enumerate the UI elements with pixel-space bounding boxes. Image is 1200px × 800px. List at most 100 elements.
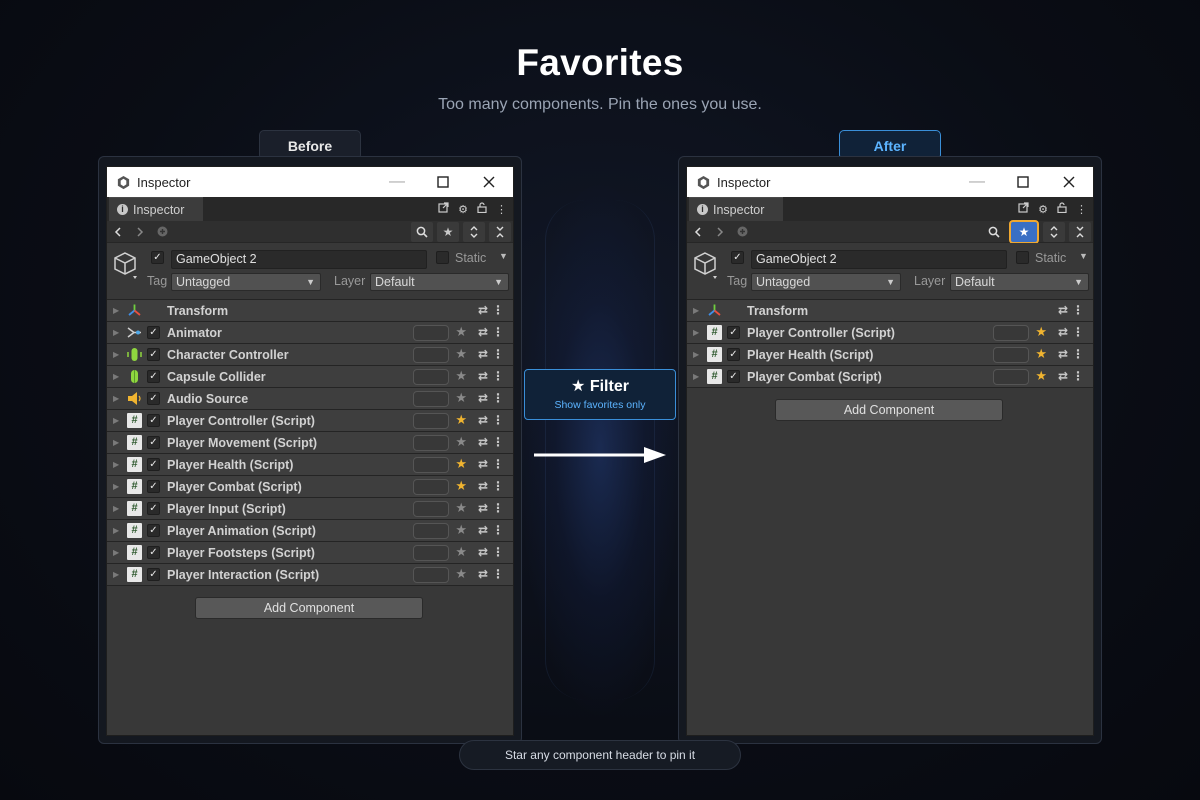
preset-icon[interactable]: ⇄ <box>478 369 488 383</box>
kebab-menu-icon[interactable]: ⋮ <box>1076 203 1087 216</box>
component-row[interactable]: ▶ # ✓ Player Health (Script) ★ ⇄ ⋮ <box>107 454 513 476</box>
kebab-menu-icon[interactable]: ⋮ <box>496 203 507 216</box>
kebab-menu-icon[interactable]: ⋮ <box>492 523 504 537</box>
foldout-arrow-icon[interactable]: ▶ <box>113 504 119 513</box>
favorite-star-icon[interactable]: ★ <box>1035 368 1047 384</box>
component-enabled-checkbox[interactable]: ✓ <box>147 436 160 449</box>
gameobject-cube-icon[interactable] <box>693 251 717 279</box>
expand-all-icon[interactable] <box>463 222 485 242</box>
component-row[interactable]: ▶ # ✓ Player Controller (Script) ★ ⇄ ⋮ <box>687 322 1093 344</box>
static-checkbox[interactable] <box>436 251 449 264</box>
preset-icon[interactable]: ⇄ <box>478 479 488 493</box>
foldout-arrow-icon[interactable]: ▶ <box>693 306 699 315</box>
component-enabled-checkbox[interactable]: ✓ <box>727 348 740 361</box>
favorite-star-icon[interactable]: ★ <box>455 324 467 340</box>
gameobject-name-field[interactable]: GameObject 2 <box>751 250 1007 269</box>
kebab-menu-icon[interactable]: ⋮ <box>1072 369 1084 383</box>
tab-inspector[interactable]: i Inspector <box>109 197 203 221</box>
component-enabled-checkbox[interactable]: ✓ <box>147 414 160 427</box>
layer-dropdown[interactable]: Default ▼ <box>950 273 1089 291</box>
kebab-menu-icon[interactable]: ⋮ <box>492 325 504 339</box>
component-enabled-checkbox[interactable]: ✓ <box>147 546 160 559</box>
layer-dropdown[interactable]: Default ▼ <box>370 273 509 291</box>
component-enabled-checkbox[interactable]: ✓ <box>147 480 160 493</box>
kebab-menu-icon[interactable]: ⋮ <box>1072 325 1084 339</box>
add-circle-icon[interactable] <box>731 222 753 242</box>
foldout-arrow-icon[interactable]: ▶ <box>113 372 119 381</box>
component-row[interactable]: ▶ # ✓ Player Interaction (Script) ★ ⇄ ⋮ <box>107 564 513 586</box>
favorites-filter-button[interactable]: ★ <box>437 222 459 242</box>
component-row[interactable]: ▶ # ✓ Player Combat (Script) ★ ⇄ ⋮ <box>107 476 513 498</box>
kebab-menu-icon[interactable]: ⋮ <box>492 347 504 361</box>
static-dropdown-icon[interactable]: ▼ <box>1079 251 1088 261</box>
foldout-arrow-icon[interactable]: ▶ <box>693 350 699 359</box>
favorite-star-icon[interactable]: ★ <box>455 368 467 384</box>
tag-dropdown[interactable]: Untagged ▼ <box>171 273 321 291</box>
gear-icon[interactable]: ⚙ <box>1038 203 1048 216</box>
static-dropdown-icon[interactable]: ▼ <box>499 251 508 261</box>
component-enabled-checkbox[interactable]: ✓ <box>147 348 160 361</box>
preset-icon[interactable]: ⇄ <box>478 325 488 339</box>
component-row[interactable]: ▶ # ✓ Player Movement (Script) ★ ⇄ ⋮ <box>107 432 513 454</box>
forward-arrow-icon[interactable] <box>129 222 151 242</box>
kebab-menu-icon[interactable]: ⋮ <box>492 479 504 493</box>
component-row-transform[interactable]: ▶ Transform ⇄ ⋮ <box>107 300 513 322</box>
component-enabled-checkbox[interactable]: ✓ <box>727 370 740 383</box>
static-checkbox[interactable] <box>1016 251 1029 264</box>
foldout-arrow-icon[interactable]: ▶ <box>113 460 119 469</box>
add-component-button[interactable]: Add Component <box>775 399 1003 421</box>
kebab-menu-icon[interactable]: ⋮ <box>492 457 504 471</box>
foldout-arrow-icon[interactable]: ▶ <box>113 350 119 359</box>
forward-arrow-icon[interactable] <box>709 222 731 242</box>
kebab-menu-icon[interactable]: ⋮ <box>1072 303 1084 317</box>
component-row[interactable]: ▶ ✓ Audio Source ★ ⇄ ⋮ <box>107 388 513 410</box>
kebab-menu-icon[interactable]: ⋮ <box>492 303 504 317</box>
gameobject-active-checkbox[interactable]: ✓ <box>731 251 744 264</box>
tab-inspector[interactable]: i Inspector <box>689 197 783 221</box>
collapse-all-icon[interactable] <box>1069 222 1091 242</box>
component-row[interactable]: ▶ # ✓ Player Controller (Script) ★ ⇄ ⋮ <box>107 410 513 432</box>
preset-icon[interactable]: ⇄ <box>478 457 488 471</box>
favorite-star-icon[interactable]: ★ <box>455 390 467 406</box>
kebab-menu-icon[interactable]: ⋮ <box>492 435 504 449</box>
back-arrow-icon[interactable] <box>687 222 709 242</box>
kebab-menu-icon[interactable]: ⋮ <box>492 567 504 581</box>
kebab-menu-icon[interactable]: ⋮ <box>492 369 504 383</box>
favorite-star-icon[interactable]: ★ <box>455 500 467 516</box>
lock-icon[interactable] <box>1057 202 1067 216</box>
component-enabled-checkbox[interactable]: ✓ <box>147 458 160 471</box>
back-arrow-icon[interactable] <box>107 222 129 242</box>
close-button[interactable] <box>469 167 509 197</box>
component-enabled-checkbox[interactable]: ✓ <box>147 370 160 383</box>
component-enabled-checkbox[interactable]: ✓ <box>147 502 160 515</box>
kebab-menu-icon[interactable]: ⋮ <box>1072 347 1084 361</box>
favorite-star-icon[interactable]: ★ <box>455 478 467 494</box>
favorite-star-icon[interactable]: ★ <box>455 544 467 560</box>
component-enabled-checkbox[interactable]: ✓ <box>147 568 160 581</box>
foldout-arrow-icon[interactable]: ▶ <box>113 548 119 557</box>
preset-icon[interactable]: ⇄ <box>1058 347 1068 361</box>
component-enabled-checkbox[interactable]: ✓ <box>727 326 740 339</box>
search-icon[interactable] <box>983 222 1005 242</box>
gameobject-active-checkbox[interactable]: ✓ <box>151 251 164 264</box>
favorite-star-icon[interactable]: ★ <box>455 346 467 362</box>
maximize-button[interactable] <box>423 167 463 197</box>
gameobject-cube-icon[interactable] <box>113 251 137 279</box>
expand-all-icon[interactable] <box>1043 222 1065 242</box>
component-enabled-checkbox[interactable]: ✓ <box>147 524 160 537</box>
add-circle-icon[interactable] <box>151 222 173 242</box>
favorites-filter-button-active[interactable]: ★ <box>1009 220 1039 244</box>
foldout-arrow-icon[interactable]: ▶ <box>113 438 119 447</box>
component-row[interactable]: ▶ # ✓ Player Combat (Script) ★ ⇄ ⋮ <box>687 366 1093 388</box>
preset-icon[interactable]: ⇄ <box>1058 303 1068 317</box>
preset-icon[interactable]: ⇄ <box>478 545 488 559</box>
favorite-star-icon[interactable]: ★ <box>455 412 467 428</box>
open-external-icon[interactable] <box>1018 202 1029 216</box>
tag-dropdown[interactable]: Untagged ▼ <box>751 273 901 291</box>
favorite-star-icon[interactable]: ★ <box>455 434 467 450</box>
favorite-star-icon[interactable]: ★ <box>455 522 467 538</box>
add-component-button[interactable]: Add Component <box>195 597 423 619</box>
preset-icon[interactable]: ⇄ <box>1058 325 1068 339</box>
gameobject-name-field[interactable]: GameObject 2 <box>171 250 427 269</box>
maximize-button[interactable] <box>1003 167 1043 197</box>
